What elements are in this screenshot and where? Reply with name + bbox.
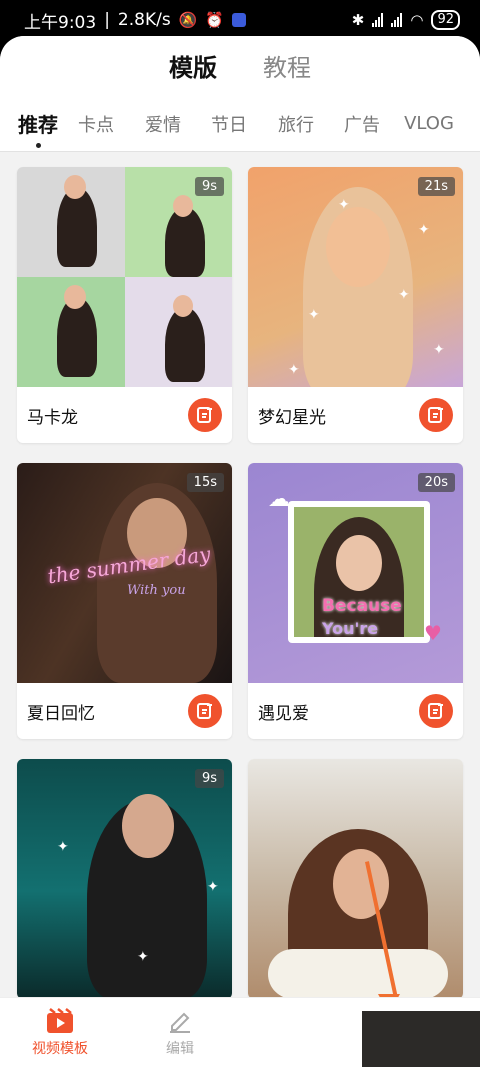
overlay-text: Because <box>322 596 402 616</box>
template-card[interactable]: 9s 马卡龙 <box>17 167 232 443</box>
rainbow-icon: ☁ <box>268 487 290 512</box>
edit-icon <box>428 703 443 719</box>
card-title: 梦幻星光 <box>258 407 326 428</box>
template-card[interactable]: the summer day With you 15s 夏日回忆 <box>17 463 232 739</box>
card-footer: 马卡龙 <box>17 387 232 443</box>
status-time: 上午9:03 <box>24 12 97 33</box>
signal-icon <box>372 13 384 27</box>
template-thumbnail: ✦ ✦ ✦ 9s <box>17 759 232 999</box>
duration-badge: 21s <box>417 177 455 196</box>
tab-templates[interactable]: 模版 <box>169 48 217 96</box>
category-holiday[interactable]: 节日 <box>196 111 262 137</box>
nav-label: 视频模板 <box>32 1040 88 1057</box>
edit-template-button[interactable] <box>419 694 453 728</box>
card-title: 遇见爱 <box>258 703 309 724</box>
duration-badge: 20s <box>417 473 455 492</box>
pencil-icon <box>170 1012 190 1033</box>
edit-template-button[interactable] <box>419 398 453 432</box>
duration-badge: 9s <box>194 769 224 788</box>
signal-icon-2 <box>391 13 403 27</box>
bottom-navigation: 视频模板 编辑 <box>0 997 480 1067</box>
bluetooth-icon: ✱ <box>351 11 365 29</box>
nav-video-templates[interactable]: 视频模板 <box>0 998 120 1067</box>
template-thumbnail: Because You're ☁ ♥ 20s <box>248 463 463 683</box>
duration-badge: 9s <box>194 177 224 196</box>
card-footer: 夏日回忆 <box>17 683 232 739</box>
status-separator: | <box>104 10 110 30</box>
nav-edit[interactable]: 编辑 <box>120 998 240 1067</box>
template-thumbnail: the summer day With you 15s <box>17 463 232 683</box>
photo <box>294 507 424 637</box>
divider <box>0 151 480 152</box>
flowers <box>268 949 448 999</box>
status-network-speed: 2.8K/s <box>117 10 171 30</box>
template-card[interactable] <box>248 759 463 999</box>
main-tabs: 模版 教程 <box>0 36 480 96</box>
heart-icon: ♥ <box>424 621 442 645</box>
category-recommended[interactable]: 推荐 <box>14 109 62 148</box>
alarm-icon: ⏰ <box>205 11 225 29</box>
card-footer: 遇见爱 <box>248 683 463 739</box>
dark-overlay <box>362 1011 480 1067</box>
edit-icon <box>428 407 443 423</box>
duration-badge: 15s <box>186 473 224 492</box>
card-title: 马卡龙 <box>27 407 78 428</box>
app-notification-icon <box>232 13 247 27</box>
card-footer: 梦幻星光 <box>248 387 463 443</box>
card-title: 夏日回忆 <box>27 703 95 724</box>
overlay-subtext: With you <box>127 583 186 598</box>
template-thumbnail: ✦ ✦ ✦ ✦ ✦ ✦ 21s <box>248 167 463 387</box>
video-template-icon <box>47 1007 73 1033</box>
status-bar: 上午9:03 | 2.8K/s 🔕 ⏰ ✱ ◠ 92 <box>0 0 480 40</box>
battery-icon: 92 <box>431 10 460 30</box>
category-vlog[interactable]: VLOG <box>394 113 464 134</box>
mute-icon: 🔕 <box>178 11 198 29</box>
edit-icon <box>197 703 212 719</box>
overlay-subtext: You're <box>322 619 379 638</box>
template-thumbnail <box>248 759 463 999</box>
template-card[interactable]: Because You're ☁ ♥ 20s 遇见爱 <box>248 463 463 739</box>
template-thumbnail: 9s <box>17 167 232 387</box>
tab-tutorials[interactable]: 教程 <box>263 48 311 96</box>
edit-template-button[interactable] <box>188 398 222 432</box>
category-ads[interactable]: 广告 <box>330 111 394 137</box>
category-travel[interactable]: 旅行 <box>262 111 330 137</box>
template-card[interactable]: ✦ ✦ ✦ ✦ ✦ ✦ 21s 梦幻星光 <box>248 167 463 443</box>
edit-template-button[interactable] <box>188 694 222 728</box>
category-tabs: 推荐 卡点 爱情 节日 旅行 广告 VLOG <box>0 96 480 151</box>
wifi-icon: ◠ <box>410 11 424 29</box>
template-card[interactable]: ✦ ✦ ✦ 9s <box>17 759 232 999</box>
category-love[interactable]: 爱情 <box>130 111 196 137</box>
top-bar: 模版 教程 推荐 卡点 爱情 节日 旅行 广告 VLOG <box>0 36 480 151</box>
nav-label: 编辑 <box>166 1040 194 1057</box>
category-beat[interactable]: 卡点 <box>62 111 130 137</box>
edit-icon <box>197 407 212 423</box>
